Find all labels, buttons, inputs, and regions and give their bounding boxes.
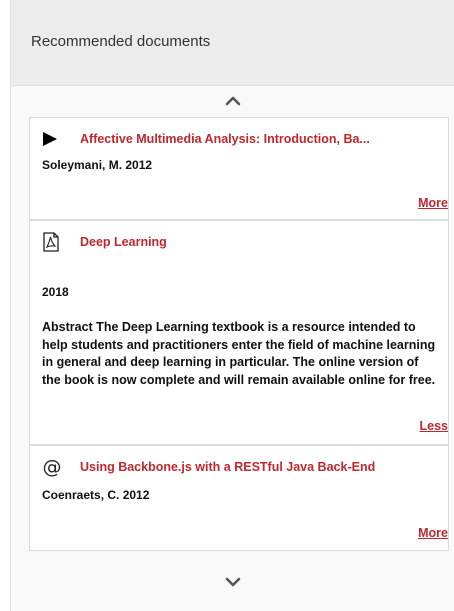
document-title-link[interactable]: Deep Learning <box>80 235 167 249</box>
at-icon: @ <box>42 456 70 478</box>
more-link[interactable]: More <box>418 526 448 540</box>
recommended-documents-panel: Recommended documents Affective Multimed… <box>10 0 454 611</box>
document-card: @ Using Backbone.js with a RESTful Java … <box>29 445 449 551</box>
panel-title: Recommended documents <box>31 33 211 50</box>
pdf-icon <box>42 231 70 253</box>
panel-header: Recommended documents <box>11 0 454 86</box>
document-meta: Soleymani, M. 2012 <box>42 158 153 172</box>
document-title-row: @ Using Backbone.js with a RESTful Java … <box>42 456 376 478</box>
more-link[interactable]: More <box>418 196 448 210</box>
less-link[interactable]: Less <box>420 419 449 433</box>
document-title-link[interactable]: Using Backbone.js with a RESTful Java Ba… <box>80 460 375 474</box>
document-meta: 2018 <box>42 285 69 299</box>
scroll-up-button[interactable] <box>11 91 454 111</box>
svg-text:@: @ <box>43 457 62 477</box>
document-abstract: Abstract The Deep Learning textbook is a… <box>42 320 436 387</box>
document-title-link[interactable]: Affective Multimedia Analysis: Introduct… <box>80 132 370 146</box>
chevron-up-icon <box>225 96 241 106</box>
scroll-down-button[interactable] <box>11 572 454 592</box>
chevron-down-icon <box>225 577 241 587</box>
play-icon <box>42 128 70 150</box>
document-card: Deep Learning 2018 Abstract The Deep Lea… <box>29 220 449 445</box>
document-meta: Coenraets, C. 2012 <box>42 488 150 502</box>
document-title-row: Deep Learning <box>42 231 167 253</box>
document-card: Affective Multimedia Analysis: Introduct… <box>29 117 449 220</box>
document-title-row: Affective Multimedia Analysis: Introduct… <box>42 128 370 150</box>
